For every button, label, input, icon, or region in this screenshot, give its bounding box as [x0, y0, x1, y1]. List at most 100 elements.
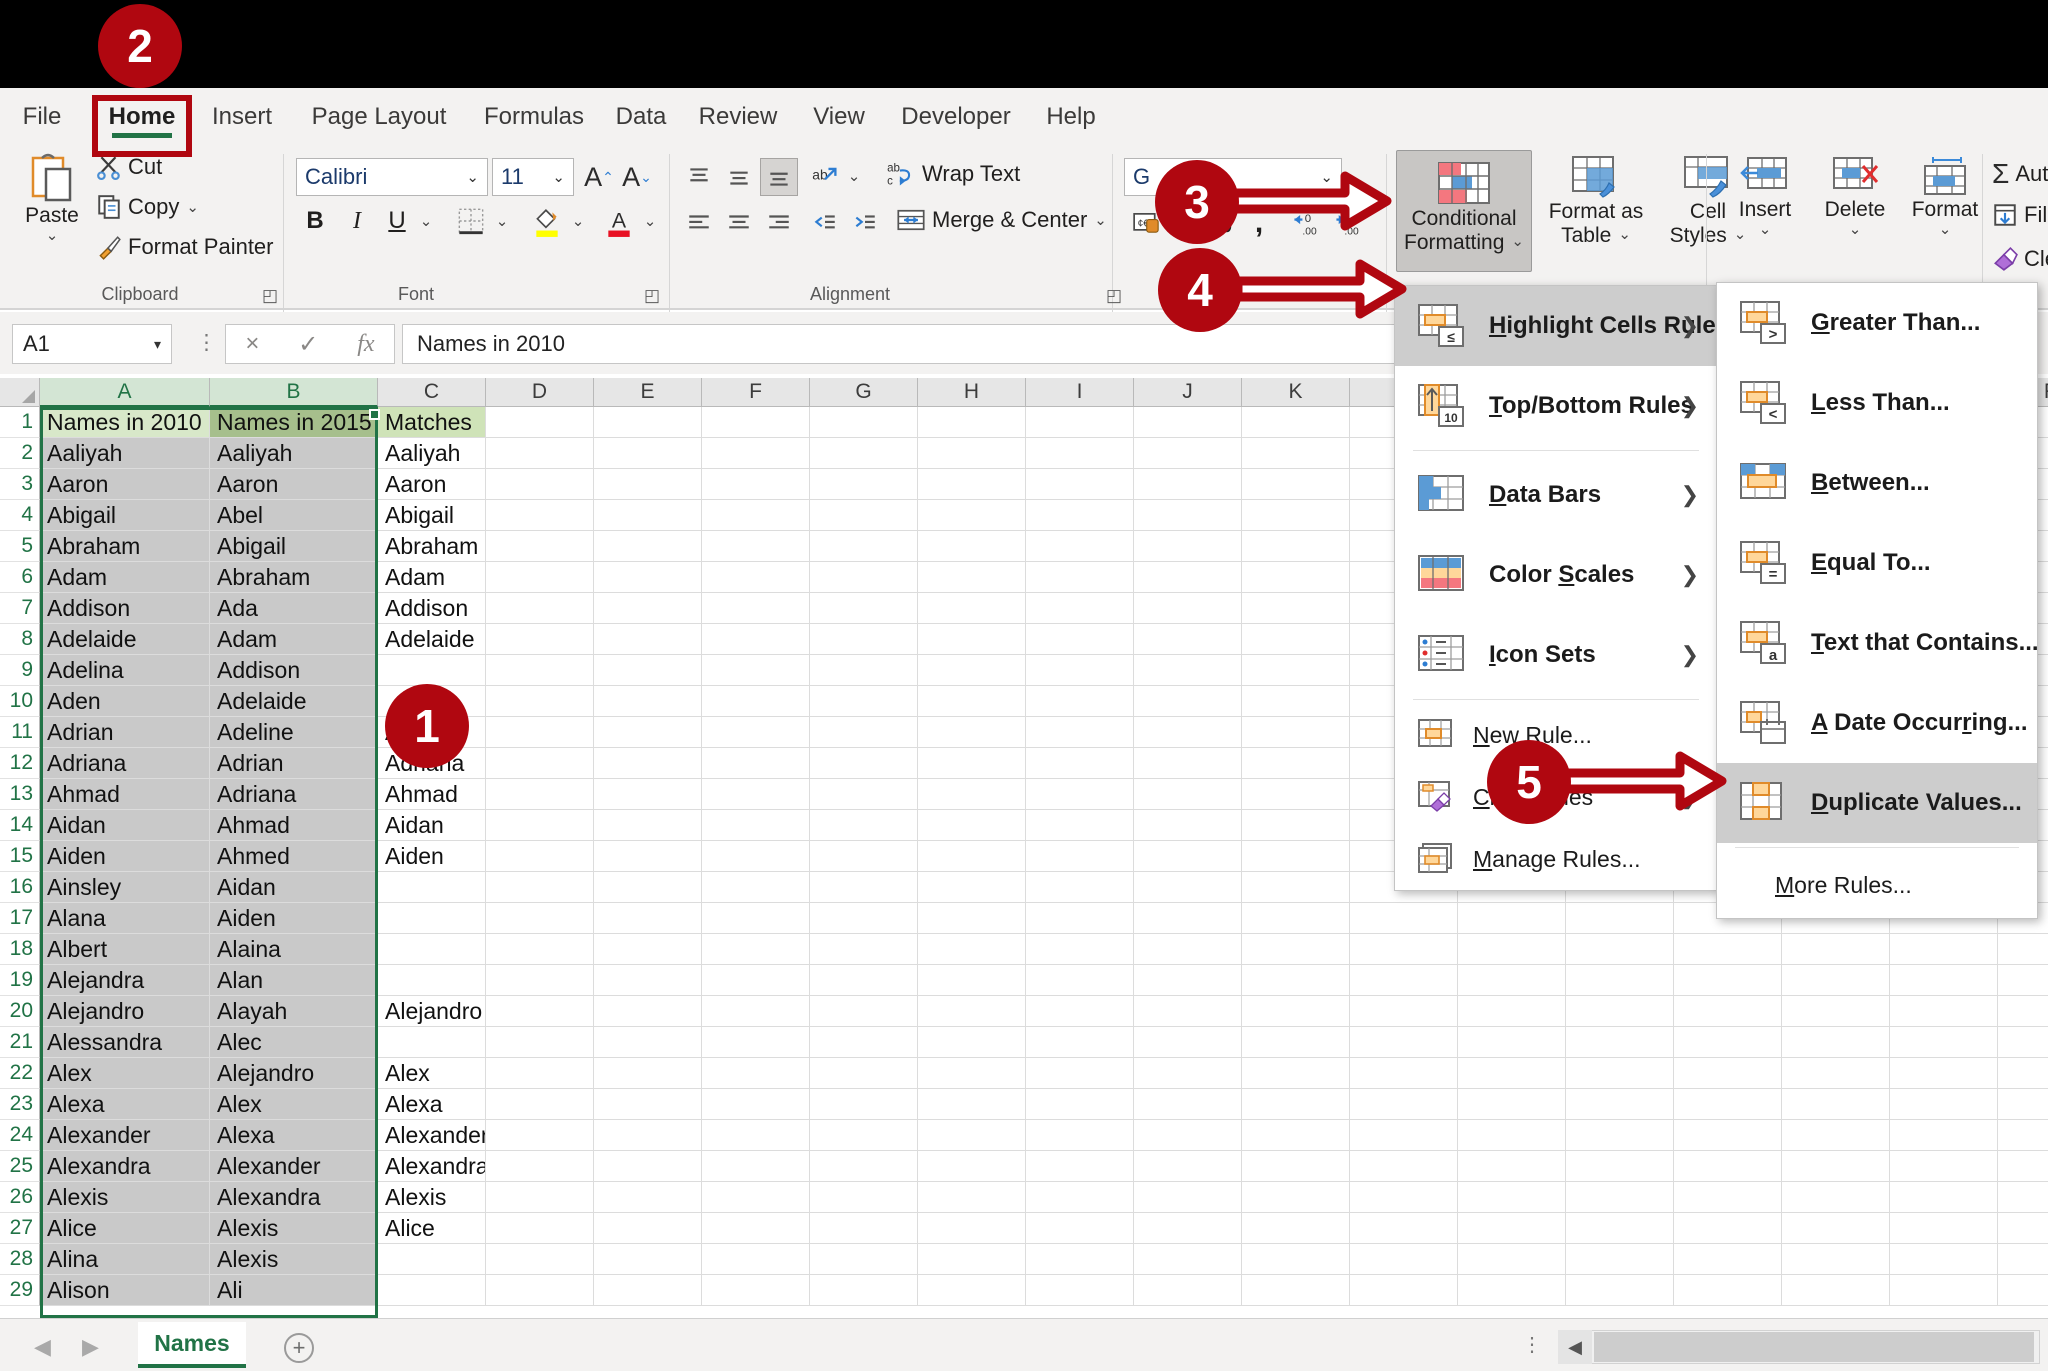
- menu-item-duplicate-values[interactable]: Duplicate Values...: [1717, 763, 2037, 843]
- cell-P23[interactable]: [1782, 1089, 1890, 1120]
- cell-L27[interactable]: [1350, 1213, 1458, 1244]
- cell-B19[interactable]: Alan: [210, 965, 378, 996]
- cell-M19[interactable]: [1458, 965, 1566, 996]
- cell-B16[interactable]: Aidan: [210, 872, 378, 903]
- cell-J29[interactable]: [1134, 1275, 1242, 1306]
- cell-I19[interactable]: [1026, 965, 1134, 996]
- tab-data[interactable]: Data: [604, 88, 678, 146]
- cell-G24[interactable]: [810, 1120, 918, 1151]
- cell-L21[interactable]: [1350, 1027, 1458, 1058]
- cell-K22[interactable]: [1242, 1058, 1350, 1089]
- cell-F14[interactable]: [702, 810, 810, 841]
- cell-E4[interactable]: [594, 500, 702, 531]
- cell-O27[interactable]: [1674, 1213, 1782, 1244]
- cell-J10[interactable]: [1134, 686, 1242, 717]
- cell-G19[interactable]: [810, 965, 918, 996]
- cell-K26[interactable]: [1242, 1182, 1350, 1213]
- row-header-16[interactable]: 16: [0, 872, 40, 903]
- row-header-8[interactable]: 8: [0, 624, 40, 655]
- cell-F16[interactable]: [702, 872, 810, 903]
- cell-I15[interactable]: [1026, 841, 1134, 872]
- cell-J19[interactable]: [1134, 965, 1242, 996]
- column-header-e[interactable]: E: [594, 378, 702, 407]
- column-header-d[interactable]: D: [486, 378, 594, 407]
- cell-C15[interactable]: Aiden: [378, 841, 486, 872]
- cell-P29[interactable]: [1782, 1275, 1890, 1306]
- cell-F10[interactable]: [702, 686, 810, 717]
- delete-chevron-down-icon[interactable]: ⌄: [1849, 221, 1862, 239]
- row-header-28[interactable]: 28: [0, 1244, 40, 1275]
- cell-J5[interactable]: [1134, 531, 1242, 562]
- cell-M23[interactable]: [1458, 1089, 1566, 1120]
- merge-chevron-down-icon[interactable]: ⌄: [1094, 211, 1107, 229]
- cell-R18[interactable]: [1998, 934, 2048, 965]
- cell-R25[interactable]: [1998, 1151, 2048, 1182]
- cell-I20[interactable]: [1026, 996, 1134, 1027]
- cell-Q19[interactable]: [1890, 965, 1998, 996]
- cell-K21[interactable]: [1242, 1027, 1350, 1058]
- cell-N27[interactable]: [1566, 1213, 1674, 1244]
- cell-H24[interactable]: [918, 1120, 1026, 1151]
- cell-K9[interactable]: [1242, 655, 1350, 686]
- cell-D19[interactable]: [486, 965, 594, 996]
- cell-O24[interactable]: [1674, 1120, 1782, 1151]
- cell-H5[interactable]: [918, 531, 1026, 562]
- cell-B1[interactable]: Names in 2015: [210, 407, 378, 438]
- cell-N29[interactable]: [1566, 1275, 1674, 1306]
- cell-H8[interactable]: [918, 624, 1026, 655]
- cell-G8[interactable]: [810, 624, 918, 655]
- fill-color-button[interactable]: [528, 202, 566, 242]
- prev-sheet-button[interactable]: ◀: [34, 1334, 51, 1360]
- format-as-table-button[interactable]: Format as Table ⌄: [1538, 154, 1654, 247]
- cell-A5[interactable]: Abraham: [40, 531, 210, 562]
- cell-M18[interactable]: [1458, 934, 1566, 965]
- cell-H2[interactable]: [918, 438, 1026, 469]
- cell-J12[interactable]: [1134, 748, 1242, 779]
- cell-E17[interactable]: [594, 903, 702, 934]
- cell-F19[interactable]: [702, 965, 810, 996]
- cell-G17[interactable]: [810, 903, 918, 934]
- cell-D12[interactable]: [486, 748, 594, 779]
- cell-H9[interactable]: [918, 655, 1026, 686]
- cell-G9[interactable]: [810, 655, 918, 686]
- cell-K24[interactable]: [1242, 1120, 1350, 1151]
- cell-F22[interactable]: [702, 1058, 810, 1089]
- cell-E20[interactable]: [594, 996, 702, 1027]
- cell-H1[interactable]: [918, 407, 1026, 438]
- align-right-button[interactable]: [760, 204, 798, 242]
- cell-Q28[interactable]: [1890, 1244, 1998, 1275]
- cell-K19[interactable]: [1242, 965, 1350, 996]
- borders-button[interactable]: [452, 202, 490, 240]
- row-header-6[interactable]: 6: [0, 562, 40, 593]
- cell-F13[interactable]: [702, 779, 810, 810]
- align-center-button[interactable]: [720, 204, 758, 242]
- cell-H13[interactable]: [918, 779, 1026, 810]
- cell-H11[interactable]: [918, 717, 1026, 748]
- cell-B11[interactable]: Adeline: [210, 717, 378, 748]
- column-header-a[interactable]: A: [40, 378, 210, 407]
- cell-R19[interactable]: [1998, 965, 2048, 996]
- font-family-select[interactable]: Calibri ⌄: [296, 158, 488, 196]
- tab-view[interactable]: View: [800, 88, 878, 146]
- cell-Q21[interactable]: [1890, 1027, 1998, 1058]
- cell-A21[interactable]: Alessandra: [40, 1027, 210, 1058]
- cell-B10[interactable]: Adelaide: [210, 686, 378, 717]
- format-chevron-down-icon[interactable]: ⌄: [1939, 221, 1952, 239]
- name-box-chevron-down-icon[interactable]: ▾: [154, 336, 161, 353]
- cell-C5[interactable]: Abraham: [378, 531, 486, 562]
- cell-B12[interactable]: Adrian: [210, 748, 378, 779]
- cell-B9[interactable]: Addison: [210, 655, 378, 686]
- cell-O21[interactable]: [1674, 1027, 1782, 1058]
- cell-D18[interactable]: [486, 934, 594, 965]
- cell-L24[interactable]: [1350, 1120, 1458, 1151]
- cell-M22[interactable]: [1458, 1058, 1566, 1089]
- cell-R29[interactable]: [1998, 1275, 2048, 1306]
- cell-H28[interactable]: [918, 1244, 1026, 1275]
- cell-H18[interactable]: [918, 934, 1026, 965]
- cell-P24[interactable]: [1782, 1120, 1890, 1151]
- font-size-select[interactable]: 11 ⌄: [492, 158, 574, 196]
- cell-P20[interactable]: [1782, 996, 1890, 1027]
- paste-chevron-down-icon[interactable]: ⌄: [46, 227, 59, 245]
- cell-N22[interactable]: [1566, 1058, 1674, 1089]
- tab-help[interactable]: Help: [1034, 88, 1108, 146]
